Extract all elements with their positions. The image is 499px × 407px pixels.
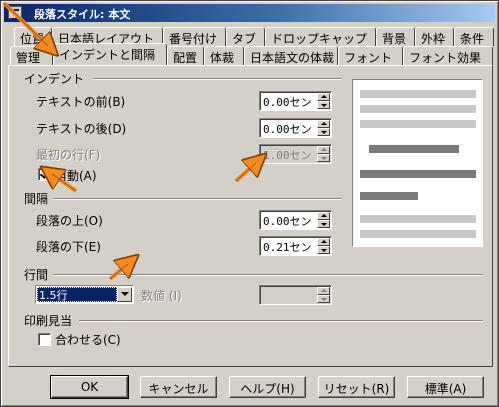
first-line-value: 1.00セン (263, 149, 312, 162)
preview-line (360, 215, 476, 223)
spin-up-icon[interactable] (317, 120, 330, 128)
tab-condition[interactable]: 条件 (454, 27, 494, 46)
tab-font[interactable]: フォント (338, 46, 403, 65)
indents-spacing-panel: インデント テキストの前(B) 0.00セン テキストの後(D) 0.00セン … (8, 65, 493, 367)
preview-line-active (369, 145, 459, 153)
register-true-checkbox[interactable] (38, 333, 51, 346)
help-button[interactable]: ヘルプ(H) (229, 376, 306, 398)
register-divider (79, 320, 483, 322)
title-bar[interactable]: 段落スタイル: 本文 (4, 4, 495, 22)
line-spacing-heading: 行間 (24, 268, 49, 282)
tab-drop-caps[interactable]: ドロップキャップ (265, 27, 376, 46)
paragraph-style-dialog: 段落スタイル: 本文 位置 日本語レイアウト 番号付け タブ ドロップキャップ … (0, 0, 499, 407)
spin-up-icon[interactable] (317, 146, 330, 154)
spacing-below-label: 段落の下(E) (36, 240, 101, 254)
spacing-above-value: 0.00セン (263, 215, 312, 228)
auto-label[interactable]: 自動(A) (55, 167, 97, 184)
spin-down-icon[interactable] (317, 128, 330, 136)
standard-button[interactable]: 標準(A) (407, 376, 484, 398)
line-spacing-value-label: 数値 (I) (141, 289, 182, 303)
cancel-button[interactable]: キャンセル (140, 376, 217, 398)
spin-up-icon[interactable] (317, 287, 330, 295)
spin-down-icon[interactable] (317, 154, 330, 162)
spin-down-icon[interactable] (317, 220, 330, 228)
preview-line-active (360, 192, 418, 200)
spacing-below-spinner[interactable]: 0.21セン (259, 236, 332, 256)
tab-indents-spacing[interactable]: インデントと間隔 (53, 43, 167, 65)
app-icon[interactable] (8, 6, 22, 20)
line-spacing-select[interactable]: 1.5行 (35, 285, 134, 304)
tab-background[interactable]: 背景 (376, 27, 415, 46)
auto-checkbox[interactable] (38, 168, 51, 181)
tab-alignment[interactable]: 配置 (167, 46, 204, 65)
preview-line (360, 230, 476, 238)
indent-after-value: 0.00セン (263, 123, 312, 136)
indent-after-label: テキストの後(D) (36, 122, 127, 136)
tab-text-flow[interactable]: 体裁 (204, 46, 244, 65)
first-line-label: 最初の行(F) (36, 148, 101, 162)
register-heading: 印刷見当 (24, 314, 73, 328)
preview-line-active (360, 170, 476, 178)
first-line-spinner[interactable]: 1.00セン (259, 144, 332, 164)
indent-heading: インデント (24, 72, 85, 86)
preview-line (360, 90, 476, 98)
spacing-above-spinner[interactable]: 0.00セン (259, 210, 332, 230)
reset-button[interactable]: リセット(R) (318, 376, 395, 398)
tab-numbering[interactable]: 番号付け (163, 27, 226, 46)
indent-before-label: テキストの前(B) (36, 95, 126, 109)
indent-before-spinner[interactable]: 0.00セン (259, 91, 332, 111)
tab-tabs[interactable]: タブ (226, 27, 265, 46)
preview-line (360, 105, 476, 113)
window-title: 段落スタイル: 本文 (34, 8, 131, 21)
tab-borders[interactable]: 外枠 (415, 27, 454, 46)
spin-down-icon[interactable] (317, 295, 330, 303)
spacing-below-value: 0.21セン (263, 241, 312, 254)
indent-before-value: 0.00セン (263, 96, 312, 109)
spin-up-icon[interactable] (317, 93, 330, 101)
paragraph-preview (352, 79, 483, 247)
spacing-heading: 間隔 (24, 192, 49, 206)
tab-position[interactable]: 位置 (14, 27, 52, 46)
line-spacing-divider (53, 274, 483, 276)
indent-divider (93, 78, 341, 80)
spacing-divider (53, 198, 341, 200)
tab-organizer[interactable]: 管理 (10, 46, 53, 65)
tab-asian-typography[interactable]: 日本語文の体裁 (244, 46, 338, 65)
line-spacing-value-spinner[interactable] (259, 285, 332, 305)
preview-line (360, 120, 476, 128)
spin-down-icon[interactable] (317, 246, 330, 254)
spin-up-icon[interactable] (317, 238, 330, 246)
tab-font-effects[interactable]: フォント効果 (403, 46, 493, 65)
ok-button[interactable]: OK (50, 375, 129, 399)
register-true-label[interactable]: 合わせる(C) (55, 331, 121, 348)
chevron-down-icon[interactable] (117, 287, 132, 302)
line-spacing-selected: 1.5行 (37, 287, 117, 302)
spin-down-icon[interactable] (317, 101, 330, 109)
spin-up-icon[interactable] (317, 212, 330, 220)
indent-after-spinner[interactable]: 0.00セン (259, 118, 332, 138)
spacing-above-label: 段落の上(O) (36, 214, 103, 228)
